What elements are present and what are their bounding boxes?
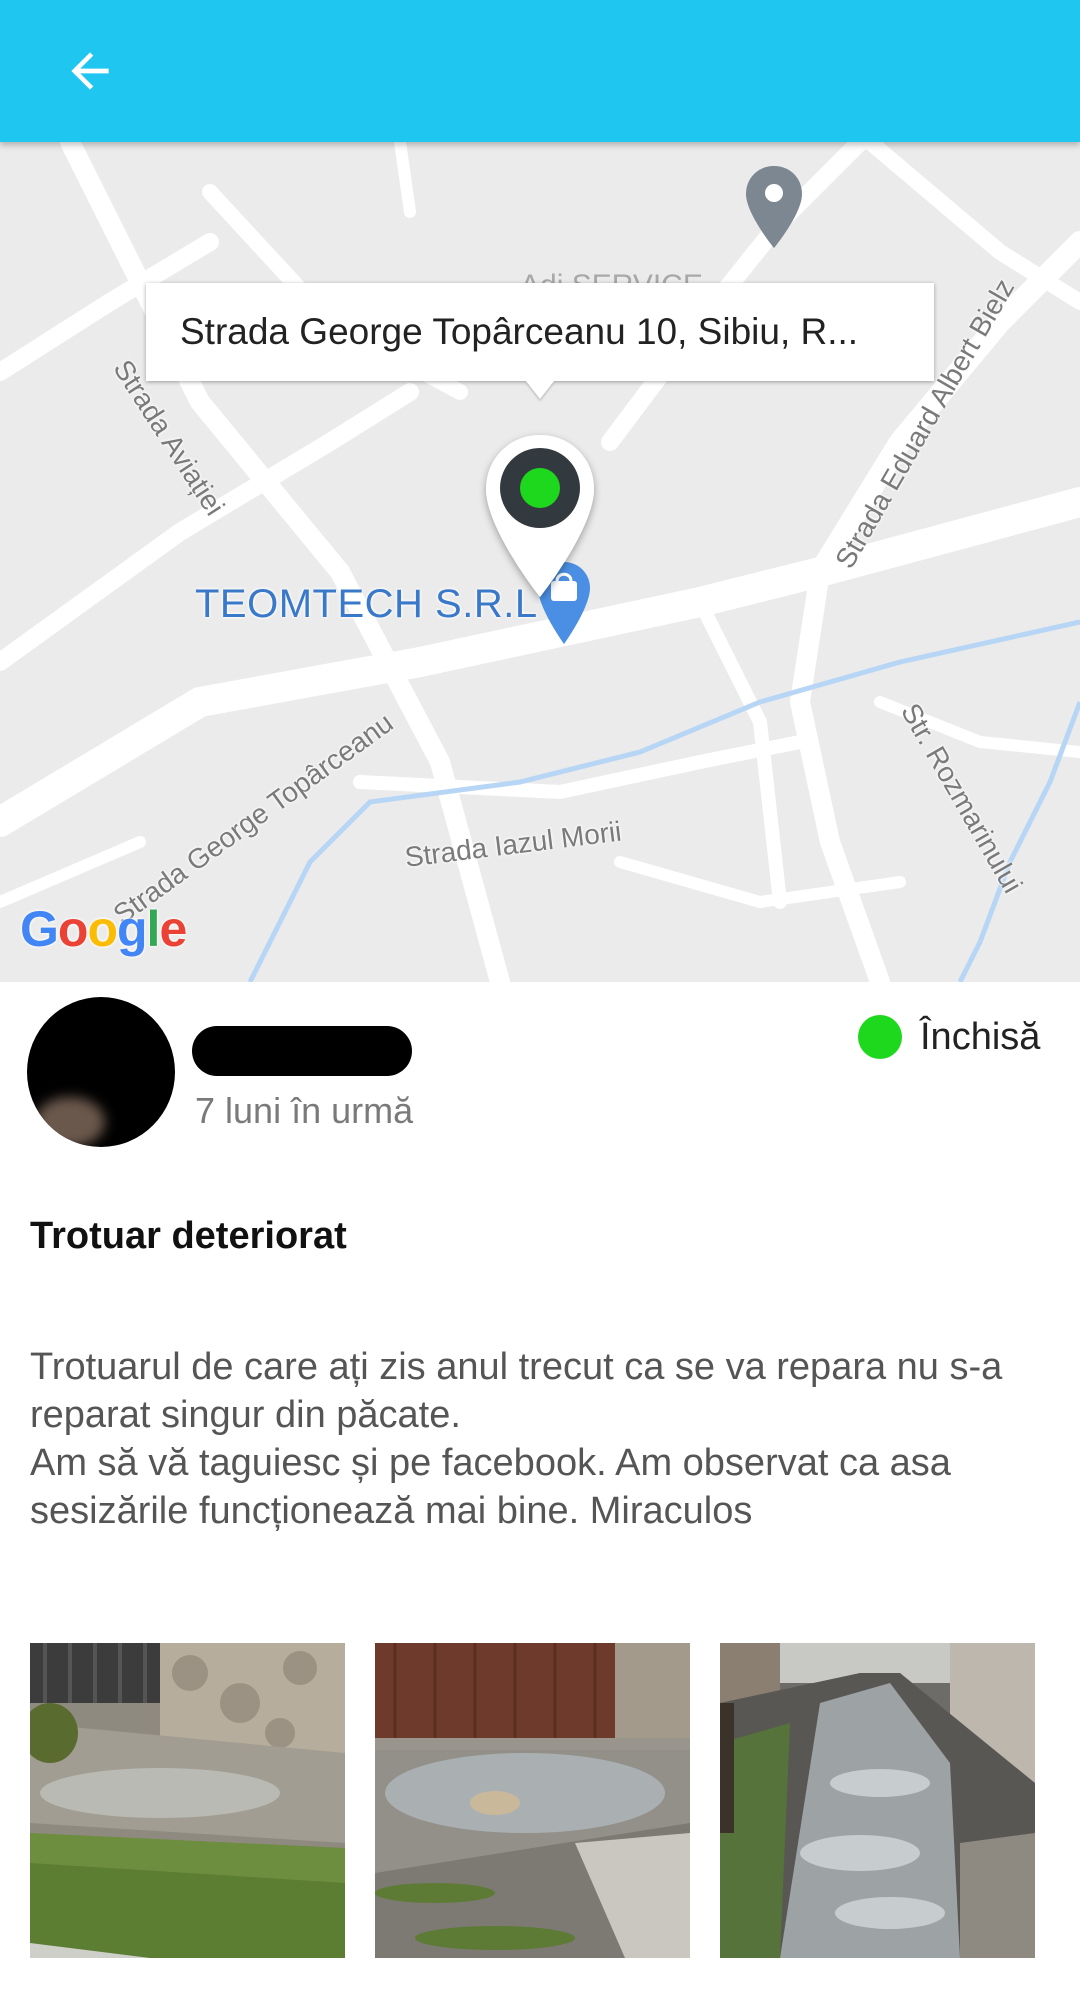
- status-badge: Închisă: [858, 1015, 1040, 1059]
- map-view[interactable]: Adi SERVICE Strada Aviației Strada Eduar…: [0, 142, 1080, 982]
- user-avatar[interactable]: [27, 997, 175, 1147]
- status-dot-icon: [858, 1015, 902, 1059]
- report-description: Trotuarul de care ați zis anul trecut ca…: [30, 1346, 1003, 1532]
- report-title: Trotuar deteriorat: [30, 1215, 347, 1257]
- arrow-left-icon: [71, 52, 109, 90]
- map-info-window[interactable]: Strada George Topârceanu 10, Sibiu, R...: [146, 283, 934, 381]
- back-button[interactable]: [42, 23, 138, 119]
- info-window-tip: [526, 381, 554, 399]
- photo-gallery: [30, 1643, 1050, 1958]
- gate-puddle-photo[interactable]: [375, 1643, 690, 1958]
- time-ago: 7 luni în urmă: [195, 1090, 414, 1131]
- app-bar: [0, 0, 1080, 142]
- sidewalk-puddle-photo[interactable]: [30, 1643, 345, 1958]
- google-logo: Google: [20, 901, 187, 957]
- status-label: Închisă: [920, 1015, 1041, 1058]
- user-name-redacted: [192, 1026, 412, 1076]
- gray-place-pin-icon[interactable]: [743, 164, 805, 250]
- report-location-pin-icon[interactable]: [478, 429, 602, 604]
- street-puddles-photo[interactable]: [720, 1643, 1035, 1958]
